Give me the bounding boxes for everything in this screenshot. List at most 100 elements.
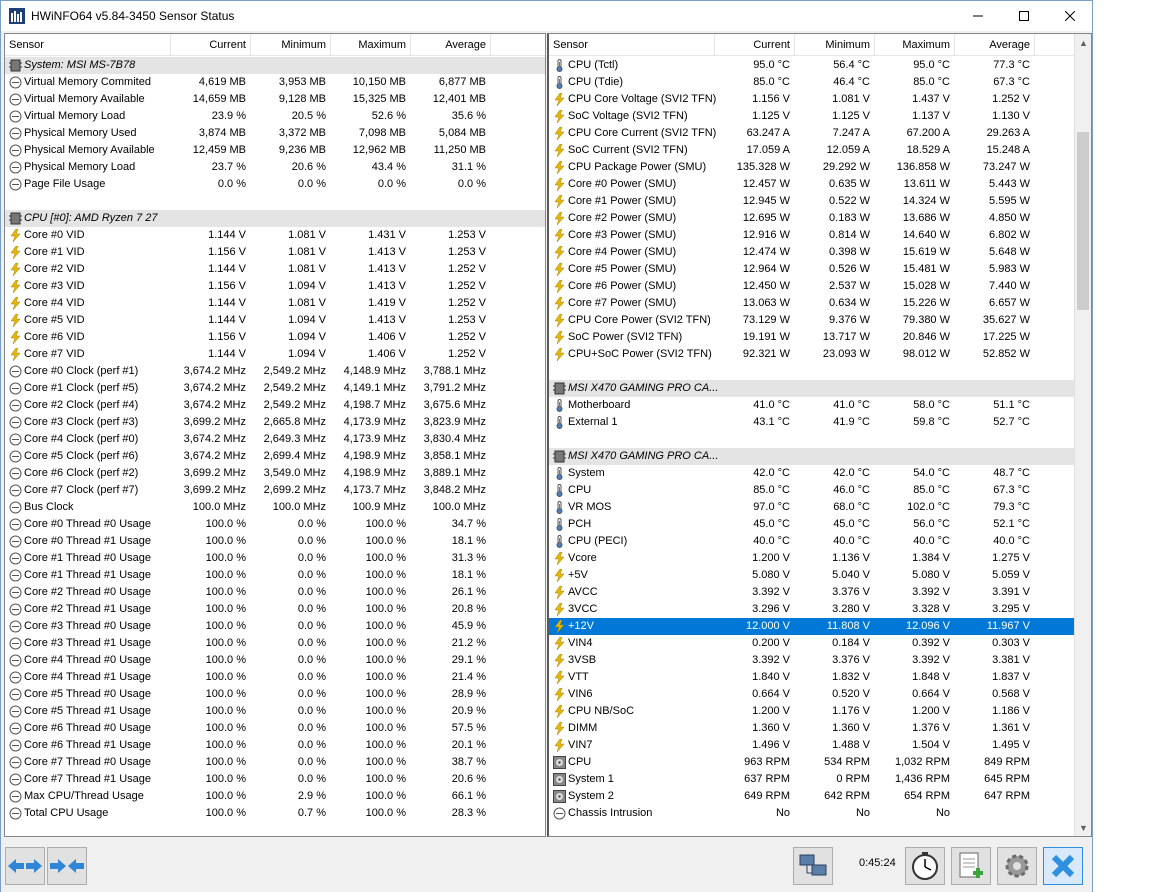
sensor-row[interactable]: Core #6 Thread #1 Usage 100.0 % 0.0 % 100.0…	[5, 737, 545, 754]
sensor-row[interactable]: Core #5 VID 1.144 V 1.094 V 1.413 V 1.253 V	[5, 312, 545, 329]
sensor-row[interactable]: Bus Clock 100.0 MHz 100.0 MHz 100.9 MHz 100.…	[5, 499, 545, 516]
sensor-group-header[interactable]: System: MSI MS-7B78	[5, 57, 545, 74]
left-sensor-list[interactable]: Sensor Current Minimum Maximum Average S…	[4, 33, 546, 837]
sensor-row[interactable]: CPU Core Power (SVI2 TFN) 73.129 W 9.376 W…	[549, 312, 1091, 329]
sensor-row[interactable]: Physical Memory Available 12,459 MB 9,236 …	[5, 142, 545, 159]
sensor-row[interactable]: Core #3 VID 1.156 V 1.094 V 1.413 V 1.252 V	[5, 278, 545, 295]
scroll-up-arrow[interactable]: ▲	[1075, 34, 1091, 51]
title-bar[interactable]: HWiNFO64 v5.84-3450 Sensor Status	[1, 1, 1092, 31]
collapse-layout-button[interactable]	[47, 847, 87, 885]
sensor-row[interactable]: Core #5 Power (SMU) 12.964 W 0.526 W 15.481…	[549, 261, 1091, 278]
sensor-row[interactable]: Core #1 VID 1.156 V 1.081 V 1.413 V 1.253 V	[5, 244, 545, 261]
sensor-row[interactable]: Core #1 Clock (perf #5) 3,674.2 MHz 2,549.…	[5, 380, 545, 397]
sensor-row[interactable]: CPU (PECI) 40.0 °C 40.0 °C 40.0 °C 40.0 °C	[549, 533, 1091, 550]
sensor-row[interactable]: System 1 637 RPM 0 RPM 1,436 RPM 645 RPM	[549, 771, 1091, 788]
sensor-row[interactable]: Core #2 VID 1.144 V 1.081 V 1.413 V 1.252 V	[5, 261, 545, 278]
sensor-row[interactable]: Core #5 Clock (perf #6) 3,674.2 MHz 2,699.…	[5, 448, 545, 465]
sensor-row[interactable]: Virtual Memory Commited 4,619 MB 3,953 MB 1…	[5, 74, 545, 91]
minimize-button[interactable]	[955, 1, 1001, 31]
sensor-row[interactable]: Motherboard 41.0 °C 41.0 °C 58.0 °C 51.1 °C	[549, 397, 1091, 414]
sensor-row[interactable]: CPU Package Power (SMU) 135.328 W 29.292 W…	[549, 159, 1091, 176]
sensor-group-header[interactable]: MSI X470 GAMING PRO CA...	[549, 448, 1091, 465]
scroll-thumb[interactable]	[1077, 132, 1089, 310]
sensor-row[interactable]: Max CPU/Thread Usage 100.0 % 2.9 % 100.0 % 6…	[5, 788, 545, 805]
sensor-row[interactable]: Total CPU Usage 100.0 % 0.7 % 100.0 % 28.3 %	[5, 805, 545, 822]
col-header-current[interactable]: Current	[715, 34, 795, 56]
sensor-row[interactable]: Page File Usage 0.0 % 0.0 % 0.0 % 0.0 %	[5, 176, 545, 193]
sensor-row[interactable]: Core #1 Thread #1 Usage 100.0 % 0.0 % 100.0…	[5, 567, 545, 584]
network-button[interactable]	[793, 847, 833, 885]
col-header-maximum[interactable]: Maximum	[875, 34, 955, 56]
close-sensors-button[interactable]	[1043, 847, 1083, 885]
sensor-group-header[interactable]: CPU [#0]: AMD Ryzen 7 27	[5, 210, 545, 227]
sensor-row[interactable]: Physical Memory Used 3,874 MB 3,372 MB 7,09…	[5, 125, 545, 142]
sensor-row[interactable]: Core #7 Thread #1 Usage 100.0 % 0.0 % 100.0…	[5, 771, 545, 788]
sensor-row[interactable]: System 42.0 °C 42.0 °C 54.0 °C 48.7 °C	[549, 465, 1091, 482]
sensor-row[interactable]: Core #7 VID 1.144 V 1.094 V 1.406 V 1.252 V	[5, 346, 545, 363]
sensor-row[interactable]: 3VSB 3.392 V 3.376 V 3.392 V 3.381 V	[549, 652, 1091, 669]
sensor-row[interactable]: CPU NB/SoC 1.200 V 1.176 V 1.200 V 1.186 V	[549, 703, 1091, 720]
col-header-maximum[interactable]: Maximum	[331, 34, 411, 56]
sensor-row[interactable]: AVCC 3.392 V 3.376 V 3.392 V 3.391 V	[549, 584, 1091, 601]
maximize-button[interactable]	[1001, 1, 1047, 31]
sensor-row[interactable]: Core #5 Thread #1 Usage 100.0 % 0.0 % 100.0…	[5, 703, 545, 720]
col-header-minimum[interactable]: Minimum	[795, 34, 875, 56]
logging-button[interactable]	[951, 847, 991, 885]
sensor-row[interactable]: VR MOS 97.0 °C 68.0 °C 102.0 °C 79.3 °C	[549, 499, 1091, 516]
sensor-row[interactable]: Core #6 Power (SMU) 12.450 W 2.537 W 15.028…	[549, 278, 1091, 295]
sensor-row[interactable]: 3VCC 3.296 V 3.280 V 3.328 V 3.295 V	[549, 601, 1091, 618]
sensor-row[interactable]: Core #2 Power (SMU) 12.695 W 0.183 W 13.686…	[549, 210, 1091, 227]
sensor-row[interactable]: CPU (Tctl) 95.0 °C 56.4 °C 95.0 °C 77.3 °C	[549, 57, 1091, 74]
col-header-minimum[interactable]: Minimum	[251, 34, 331, 56]
sensor-row[interactable]: Virtual Memory Load 23.9 % 20.5 % 52.6 % 35.…	[5, 108, 545, 125]
sensor-row[interactable]: CPU Core Current (SVI2 TFN) 63.247 A 7.247…	[549, 125, 1091, 142]
col-header-current[interactable]: Current	[171, 34, 251, 56]
sensor-row[interactable]: Vcore 1.200 V 1.136 V 1.384 V 1.275 V	[549, 550, 1091, 567]
col-header-sensor[interactable]: Sensor	[549, 34, 715, 56]
col-header-sensor[interactable]: Sensor	[5, 34, 171, 56]
sensor-row[interactable]: Core #4 Thread #0 Usage 100.0 % 0.0 % 100.0…	[5, 652, 545, 669]
sensor-row[interactable]: Core #7 Power (SMU) 13.063 W 0.634 W 15.226…	[549, 295, 1091, 312]
sensor-row[interactable]: +12V 12.000 V 11.808 V 12.096 V 11.967 V	[549, 618, 1091, 635]
sensor-row[interactable]: SoC Current (SVI2 TFN) 17.059 A 12.059 A 18…	[549, 142, 1091, 159]
sensor-row[interactable]: SoC Voltage (SVI2 TFN) 1.125 V 1.125 V 1.13…	[549, 108, 1091, 125]
sensor-row[interactable]: CPU+SoC Power (SVI2 TFN) 92.321 W 23.093 W…	[549, 346, 1091, 363]
sensor-row[interactable]: Core #0 Thread #0 Usage 100.0 % 0.0 % 100.0…	[5, 516, 545, 533]
timer-reset-button[interactable]	[905, 847, 945, 885]
sensor-row[interactable]: Core #0 Thread #1 Usage 100.0 % 0.0 % 100.0…	[5, 533, 545, 550]
sensor-row[interactable]: Core #2 Thread #0 Usage 100.0 % 0.0 % 100.0…	[5, 584, 545, 601]
sensor-row[interactable]: Core #3 Thread #0 Usage 100.0 % 0.0 % 100.0…	[5, 618, 545, 635]
sensor-row[interactable]: Core #2 Thread #1 Usage 100.0 % 0.0 % 100.0…	[5, 601, 545, 618]
sensor-row[interactable]: Core #6 Clock (perf #2) 3,699.2 MHz 3,549.…	[5, 465, 545, 482]
sensor-row[interactable]: Core #2 Clock (perf #4) 3,674.2 MHz 2,549.…	[5, 397, 545, 414]
sensor-row[interactable]: Core #6 Thread #0 Usage 100.0 % 0.0 % 100.0…	[5, 720, 545, 737]
sensor-row[interactable]: Core #3 Clock (perf #3) 3,699.2 MHz 2,665.…	[5, 414, 545, 431]
sensor-group-header[interactable]: MSI X470 GAMING PRO CA...	[549, 380, 1091, 397]
col-header-average[interactable]: Average	[955, 34, 1035, 56]
sensor-row[interactable]: Core #4 Thread #1 Usage 100.0 % 0.0 % 100.0…	[5, 669, 545, 686]
sensor-row[interactable]: Core #4 Power (SMU) 12.474 W 0.398 W 15.619…	[549, 244, 1091, 261]
sensor-row[interactable]: Core #0 Power (SMU) 12.457 W 0.635 W 13.611…	[549, 176, 1091, 193]
sensor-row[interactable]: Core #1 Thread #0 Usage 100.0 % 0.0 % 100.0…	[5, 550, 545, 567]
sensor-row[interactable]: Physical Memory Load 23.7 % 20.6 % 43.4 % 31…	[5, 159, 545, 176]
sensor-row[interactable]: CPU Core Voltage (SVI2 TFN) 1.156 V 1.081 …	[549, 91, 1091, 108]
sensor-row[interactable]: VIN6 0.664 V 0.520 V 0.664 V 0.568 V	[549, 686, 1091, 703]
sensor-row[interactable]: Core #6 VID 1.156 V 1.094 V 1.406 V 1.252 V	[5, 329, 545, 346]
settings-button[interactable]	[997, 847, 1037, 885]
sensor-row[interactable]: Virtual Memory Available 14,659 MB 9,128 M…	[5, 91, 545, 108]
sensor-row[interactable]: Core #3 Thread #1 Usage 100.0 % 0.0 % 100.0…	[5, 635, 545, 652]
sensor-row[interactable]: System 2 649 RPM 642 RPM 654 RPM 647 RPM	[549, 788, 1091, 805]
sensor-row[interactable]: Core #4 VID 1.144 V 1.081 V 1.419 V 1.252 V	[5, 295, 545, 312]
sensor-row[interactable]: CPU 85.0 °C 46.0 °C 85.0 °C 67.3 °C	[549, 482, 1091, 499]
sensor-row[interactable]: Core #1 Power (SMU) 12.945 W 0.522 W 14.324…	[549, 193, 1091, 210]
sensor-row[interactable]: SoC Power (SVI2 TFN) 19.191 W 13.717 W 20.8…	[549, 329, 1091, 346]
col-header-average[interactable]: Average	[411, 34, 491, 56]
sensor-row[interactable]: DIMM 1.360 V 1.360 V 1.376 V 1.361 V	[549, 720, 1091, 737]
sensor-row[interactable]: Core #7 Thread #0 Usage 100.0 % 0.0 % 100.0…	[5, 754, 545, 771]
sensor-row[interactable]: Core #0 VID 1.144 V 1.081 V 1.431 V 1.253 V	[5, 227, 545, 244]
sensor-row[interactable]: Core #0 Clock (perf #1) 3,674.2 MHz 2,549.…	[5, 363, 545, 380]
sensor-row[interactable]: Core #3 Power (SMU) 12.916 W 0.814 W 14.640…	[549, 227, 1091, 244]
sensor-row[interactable]: Core #5 Thread #0 Usage 100.0 % 0.0 % 100.0…	[5, 686, 545, 703]
close-button[interactable]	[1047, 1, 1093, 31]
sensor-row[interactable]: External 1 43.1 °C 41.9 °C 59.8 °C 52.7 °C	[549, 414, 1091, 431]
